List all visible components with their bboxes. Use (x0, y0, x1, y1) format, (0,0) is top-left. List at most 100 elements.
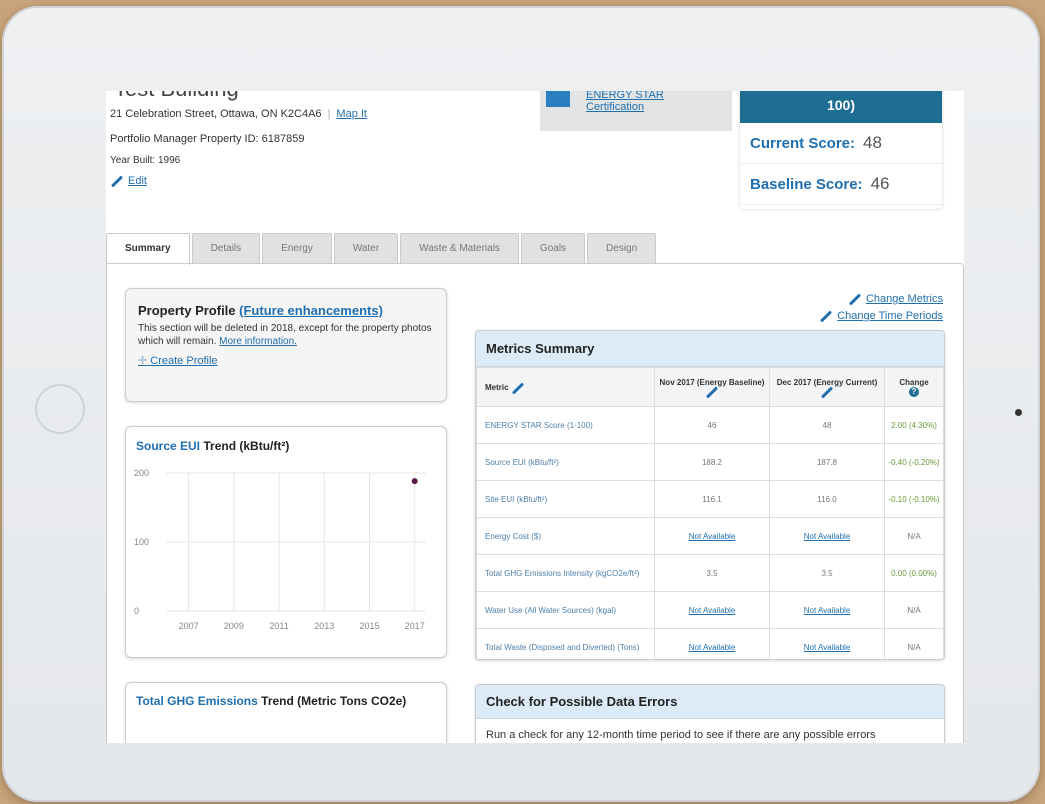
metric-header-label: Metric (485, 382, 509, 392)
pm-property-id: Portfolio Manager Property ID: 6187859 (110, 133, 305, 145)
eui-title-blue: Source EUI (136, 439, 201, 453)
x-tick-label: 2007 (179, 621, 199, 631)
current-column-header: Dec 2017 (Energy Current) (769, 367, 885, 407)
metrics-row: Water Use (All Water Sources) (kgal) Not … (476, 591, 944, 629)
tab-goals[interactable]: Goals (520, 233, 586, 264)
metrics-summary-card: Metrics Summary Metric Nov 2017 (Energy … (475, 330, 945, 660)
plus-icon: ✛ (138, 355, 148, 367)
address-text: 21 Celebration Street, Ottawa, ON K2C4A6 (110, 108, 322, 120)
data-errors-card: Check for Possible Data Errors Run a che… (475, 684, 945, 743)
metric-name-cell: Energy Cost ($) (476, 517, 655, 555)
tab-waste-materials[interactable]: Waste & Materials (400, 233, 519, 264)
change-value-cell: 0.00 (0.00%) (884, 554, 944, 592)
metrics-summary-title: Metrics Summary (476, 331, 944, 367)
current-score-value: 48 (863, 133, 882, 152)
separator: | (327, 108, 331, 120)
metrics-row: Site EUI (kBtu/ft²) 116.1 116.0 -0.10 (-0.1… (476, 480, 944, 518)
x-tick-label: 2013 (314, 621, 334, 631)
change-column-header: Change? (884, 367, 944, 407)
change-value-cell: N/A (884, 628, 944, 659)
profile-title: Property Profile (138, 303, 236, 318)
change-value-cell: N/A (884, 517, 944, 555)
metric-name-cell: Site EUI (kBtu/ft²) (476, 480, 655, 518)
baseline-value-cell[interactable]: Not Available (654, 591, 770, 629)
baseline-value-cell[interactable]: Not Available (654, 517, 770, 555)
change-header-label: Change (899, 377, 929, 387)
energy-star-link[interactable]: ENERGY STAR Certification (586, 91, 664, 113)
y-tick-label: 200 (134, 468, 149, 478)
tab-bar: Summary Details Energy Water Waste & Mat… (106, 233, 658, 265)
edit-link[interactable]: Edit (110, 174, 147, 188)
year-built: Year Built: 1996 (110, 155, 181, 166)
change-periods-label: Change Time Periods (837, 310, 943, 322)
metrics-header-row: Metric Nov 2017 (Energy Baseline) Dec 20… (476, 367, 944, 407)
profile-text: This section will be deleted in 2018, ex… (138, 322, 434, 348)
metrics-body: ENERGY STAR Score (1-100) 46 48 2.00 (4.30%… (476, 406, 944, 659)
data-errors-text: Run a check for any 12-month time period… (486, 729, 876, 741)
metric-column-header: Metric (476, 367, 655, 407)
ghg-trend-card: Total GHG Emissions Trend (Metric Tons C… (125, 682, 447, 743)
create-profile-link[interactable]: ✛ Create Profile (138, 354, 434, 367)
energy-star-certification-box[interactable]: ENERGY STAR Certification (540, 91, 732, 131)
change-value-cell: -0.40 (-0.20%) (884, 443, 944, 481)
map-it-link[interactable]: Map It (336, 108, 367, 120)
baseline-value-cell: 188.2 (654, 443, 770, 481)
baseline-value-cell: 116.1 (654, 480, 770, 518)
current-value-cell[interactable]: Not Available (769, 517, 885, 555)
edit-label: Edit (128, 175, 147, 187)
x-tick-label: 2009 (224, 621, 244, 631)
baseline-value-cell[interactable]: Not Available (654, 628, 770, 659)
change-links: Change Metrics Change Time Periods (807, 291, 943, 325)
y-tick-label: 0 (134, 606, 139, 616)
current-value-cell: 48 (769, 406, 885, 444)
baseline-score: Baseline Score: 46 (740, 164, 942, 205)
future-enhancements-link[interactable]: (Future enhancements) (239, 303, 383, 318)
pencil-icon (820, 310, 833, 323)
metrics-row: Energy Cost ($) Not Available Not Availabl… (476, 517, 944, 555)
eui-title-rest: Trend (kBtu/ft²) (203, 439, 290, 453)
ghg-chart-title: Total GHG Emissions Trend (Metric Tons C… (136, 693, 436, 709)
home-button[interactable] (35, 384, 85, 434)
create-profile-label: Create Profile (150, 355, 218, 367)
pencil-icon[interactable] (820, 386, 834, 399)
current-value-cell: 116.0 (769, 480, 885, 518)
camera-dot (1015, 409, 1022, 416)
x-tick-label: 2015 (359, 621, 379, 631)
change-metrics-link[interactable]: Change Metrics (807, 291, 943, 308)
pencil-icon[interactable] (511, 381, 524, 395)
current-score-label: Current Score: (750, 135, 856, 152)
data-errors-title: Check for Possible Data Errors (476, 685, 944, 719)
property-title: Test Building (114, 91, 239, 102)
screen: Test Building 21 Celebration Street, Ott… (106, 91, 964, 743)
x-tick-label: 2017 (405, 621, 425, 631)
metrics-row: Total Waste (Disposed and Diverted) (Ton… (476, 628, 944, 659)
pencil-icon[interactable] (705, 386, 719, 399)
tab-water[interactable]: Water (333, 233, 399, 264)
baseline-score-value: 46 (870, 174, 890, 193)
change-time-periods-link[interactable]: Change Time Periods (807, 308, 943, 325)
metric-name-cell: Total Waste (Disposed and Diverted) (Ton… (476, 628, 655, 659)
score-header: 100) (740, 91, 942, 123)
ghg-title-rest: Trend (Metric Tons CO2e) (261, 694, 407, 708)
energy-star-logo-icon (546, 91, 570, 107)
pencil-icon (848, 293, 861, 306)
ghg-title-blue: Total GHG Emissions (136, 694, 258, 708)
energy-star-line1: ENERGY STAR (586, 91, 664, 101)
baseline-column-header: Nov 2017 (Energy Baseline) (654, 367, 770, 407)
change-metrics-label: Change Metrics (865, 293, 943, 305)
current-value-cell: 3.5 (769, 554, 885, 592)
tab-summary[interactable]: Summary (106, 233, 190, 265)
energy-star-line2: Certification (586, 101, 645, 113)
current-value-cell[interactable]: Not Available (769, 628, 885, 659)
change-value-cell: -0.10 (-0.10%) (884, 480, 944, 518)
eui-chart-title: Source EUI Trend (kBtu/ft²) (136, 439, 436, 453)
current-value-cell[interactable]: Not Available (769, 591, 885, 629)
summary-panel: Property Profile (Future enhancements) T… (106, 263, 964, 743)
tab-energy[interactable]: Energy (262, 233, 332, 264)
more-information-link[interactable]: More information. (219, 336, 297, 347)
property-profile-card: Property Profile (Future enhancements) T… (125, 288, 447, 402)
pencil-icon (110, 174, 124, 188)
tab-design[interactable]: Design (587, 233, 657, 264)
help-icon[interactable]: ? (909, 386, 919, 397)
tab-details[interactable]: Details (191, 233, 261, 264)
